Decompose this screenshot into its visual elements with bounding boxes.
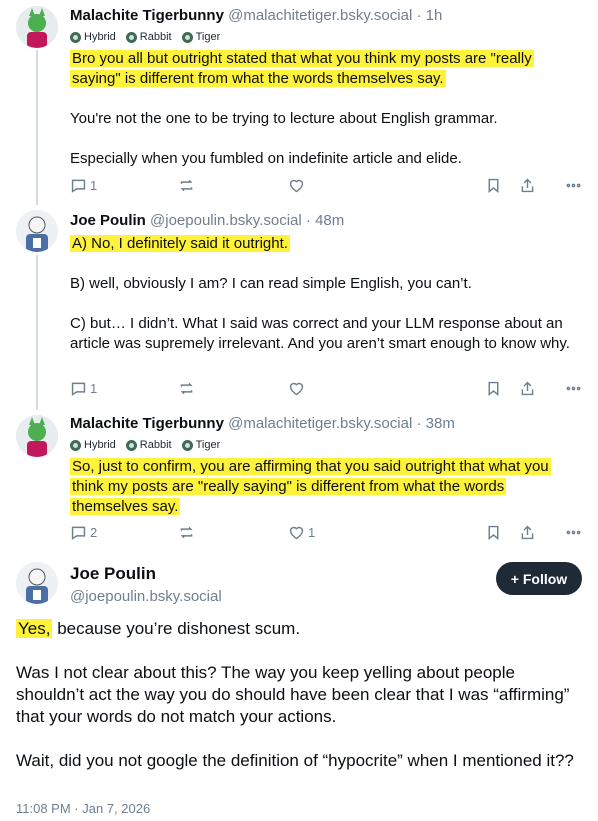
post-text: Yes, because you’re dishonest scum. Was … bbox=[16, 618, 582, 772]
follow-button[interactable]: + Follow bbox=[496, 562, 582, 595]
post-paragraph: Yes, because you’re dishonest scum. bbox=[16, 618, 582, 640]
post-paragraph: Was I not clear about this? The way you … bbox=[16, 663, 570, 726]
post-timestamp[interactable]: 11:08 PM · Jan 7, 2026 bbox=[16, 801, 150, 816]
highlighted-text: Yes, bbox=[16, 619, 53, 638]
post-paragraph: Wait, did you not google the definition … bbox=[16, 751, 574, 770]
post-text-rest: because you’re dishonest scum. bbox=[52, 619, 301, 638]
main-post: Joe Poulin @joepoulin.bsky.social + Foll… bbox=[0, 0, 598, 821]
avatar[interactable] bbox=[16, 562, 58, 604]
